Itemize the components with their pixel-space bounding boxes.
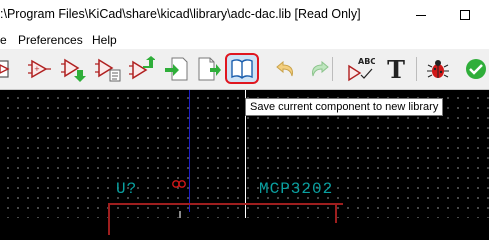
component-properties-icon[interactable]: [94, 55, 122, 83]
anchor-origin-icon: [172, 180, 186, 188]
undo-icon[interactable]: [272, 55, 300, 83]
svg-text:+: +: [34, 65, 40, 73]
redo-icon[interactable]: [305, 55, 333, 83]
title-bar: :\Program Files\KiCad\share\kicad\librar…: [0, 0, 489, 30]
menu-bar: e Preferences Help: [0, 30, 489, 49]
import-component-icon[interactable]: [128, 55, 156, 83]
value-field[interactable]: MCP3202: [259, 180, 333, 198]
menu-edit[interactable]: e: [0, 33, 7, 47]
component-body[interactable]: [108, 203, 343, 235]
minimize-button[interactable]: [412, 5, 432, 25]
save-component-doc-icon[interactable]: [195, 55, 223, 83]
svg-text:ABC: ABC: [358, 57, 375, 66]
load-component-icon[interactable]: [60, 55, 88, 83]
save-to-new-library-button[interactable]: [225, 53, 259, 84]
reference-field[interactable]: U?: [116, 180, 137, 198]
spell-check-icon[interactable]: ABC: [347, 55, 375, 83]
component-body-edge: [335, 203, 337, 223]
check-icon[interactable]: [462, 55, 489, 83]
toolbar-separator: [416, 57, 417, 81]
new-component-icon[interactable]: +: [26, 55, 54, 83]
menu-help[interactable]: Help: [92, 33, 117, 47]
component-icon-partial[interactable]: [0, 55, 14, 83]
menu-preferences[interactable]: Preferences: [18, 33, 83, 47]
tooltip: Save current component to new library: [245, 98, 444, 116]
text-icon[interactable]: T: [382, 55, 410, 84]
toolbar: + ABC T: [0, 49, 489, 90]
maximize-button[interactable]: [456, 5, 476, 25]
bug-icon[interactable]: [424, 55, 452, 83]
window-title: :\Program Files\KiCad\share\kicad\librar…: [0, 7, 361, 21]
save-as-library-icon: [231, 58, 253, 79]
pin-marker: [179, 211, 181, 218]
y-axis-line: [189, 90, 190, 212]
export-component-icon[interactable]: [162, 55, 190, 83]
